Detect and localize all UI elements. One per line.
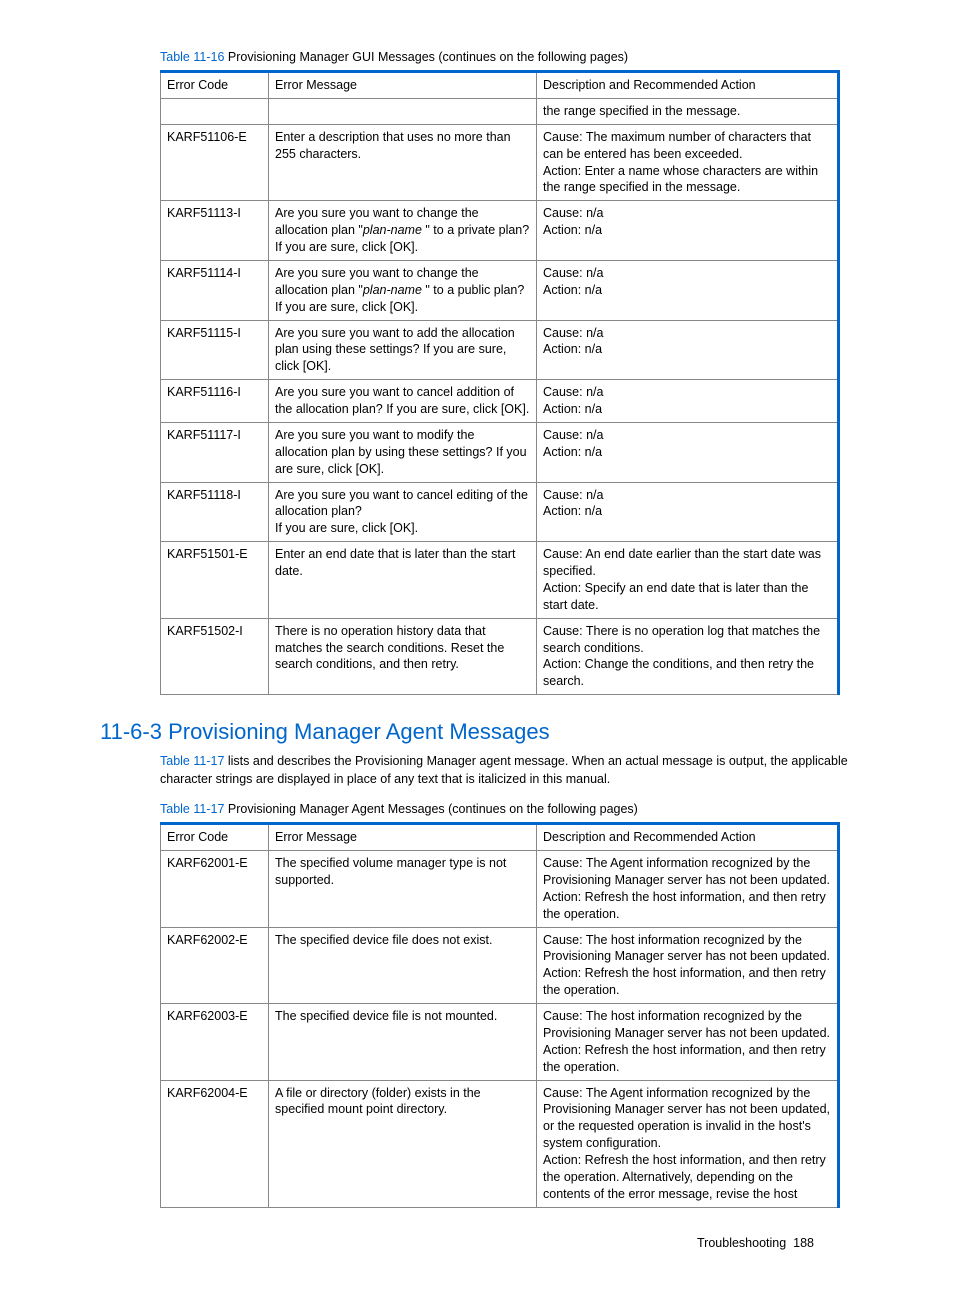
cell-description: Cause: n/aAction: n/a [537,260,839,320]
footer-section: Troubleshooting [697,1236,786,1250]
cell-error-message: Are you sure you want to cancel editing … [269,482,537,542]
cell-error-code: KARF51501-E [161,542,269,619]
section-heading: 11-6-3 Provisioning Manager Agent Messag… [100,719,854,745]
table-row: KARF51118-IAre you sure you want to canc… [161,482,839,542]
table-row: the range specified in the message. [161,98,839,124]
cell-error-message: The specified device file is not mounted… [269,1004,537,1081]
cell-error-code: KARF62002-E [161,927,269,1004]
table-row: KARF62003-EThe specified device file is … [161,1004,839,1081]
cell-error-code: KARF62004-E [161,1080,269,1207]
cell-description: Cause: The Agent information recognized … [537,851,839,928]
table-11-16-caption: Table 11-16 Provisioning Manager GUI Mes… [160,50,854,64]
table-row: KARF51501-EEnter an end date that is lat… [161,542,839,619]
cell-error-code: KARF51502-I [161,618,269,695]
cell-error-message: Enter a description that uses no more th… [269,124,537,201]
cell-error-message: The specified volume manager type is not… [269,851,537,928]
cell-error-code: KARF51117-I [161,422,269,482]
table-row: KARF51114-IAre you sure you want to chan… [161,260,839,320]
cell-error-code: KARF51118-I [161,482,269,542]
table-row: KARF51106-EEnter a description that uses… [161,124,839,201]
cell-error-message: Are you sure you want to change the allo… [269,260,537,320]
cell-error-code: KARF51116-I [161,380,269,423]
table-header-row: Error Code Error Message Description and… [161,824,839,851]
cell-error-message: The specified device file does not exist… [269,927,537,1004]
cell-description: Cause: The host information recognized b… [537,1004,839,1081]
cell-error-message: A file or directory (folder) exists in t… [269,1080,537,1207]
table-11-16-link[interactable]: Table 11-16 [160,50,224,64]
header-description: Description and Recommended Action [537,72,839,99]
cell-description: Cause: n/aAction: n/a [537,320,839,380]
header-error-message: Error Message [269,824,537,851]
cell-description: Cause: n/aAction: n/a [537,422,839,482]
cell-description: Cause: n/aAction: n/a [537,201,839,261]
table-11-17-link[interactable]: Table 11-17 [160,802,224,816]
cell-error-message: Are you sure you want to add the allocat… [269,320,537,380]
cell-error-message [269,98,537,124]
table-row: KARF51113-IAre you sure you want to chan… [161,201,839,261]
cell-error-code: KARF51113-I [161,201,269,261]
table-11-17-caption: Table 11-17 Provisioning Manager Agent M… [160,802,854,816]
header-description: Description and Recommended Action [537,824,839,851]
table-row: KARF51115-IAre you sure you want to add … [161,320,839,380]
cell-description: Cause: The Agent information recognized … [537,1080,839,1207]
cell-error-code: KARF51115-I [161,320,269,380]
table-row: KARF62004-EA file or directory (folder) … [161,1080,839,1207]
cell-description: Cause: n/aAction: n/a [537,380,839,423]
cell-error-message: Are you sure you want to cancel addition… [269,380,537,423]
cell-description: Cause: The maximum number of characters … [537,124,839,201]
table-11-17: Error Code Error Message Description and… [160,822,840,1208]
table-11-16: Error Code Error Message Description and… [160,70,840,695]
cell-error-code: KARF62003-E [161,1004,269,1081]
header-error-code: Error Code [161,72,269,99]
table-11-17-inline-link[interactable]: Table 11-17 [160,754,224,768]
table-row: KARF62002-EThe specified device file doe… [161,927,839,1004]
cell-description: Cause: The host information recognized b… [537,927,839,1004]
cell-description: Cause: There is no operation log that ma… [537,618,839,695]
cell-error-message: Are you sure you want to change the allo… [269,201,537,261]
header-error-message: Error Message [269,72,537,99]
header-error-code: Error Code [161,824,269,851]
cell-error-message: Enter an end date that is later than the… [269,542,537,619]
cell-error-code: KARF51106-E [161,124,269,201]
cell-description: Cause: n/aAction: n/a [537,482,839,542]
table-row: KARF62001-EThe specified volume manager … [161,851,839,928]
cell-description: Cause: An end date earlier than the star… [537,542,839,619]
cell-error-code: KARF62001-E [161,851,269,928]
section-body-text: Table 11-17 lists and describes the Prov… [160,753,854,788]
cell-description: the range specified in the message. [537,98,839,124]
page-footer: Troubleshooting 188 [100,1236,814,1250]
cell-error-message: There is no operation history data that … [269,618,537,695]
cell-error-code [161,98,269,124]
table-row: KARF51117-IAre you sure you want to modi… [161,422,839,482]
footer-page-number: 188 [793,1236,814,1250]
table-header-row: Error Code Error Message Description and… [161,72,839,99]
table-row: KARF51116-IAre you sure you want to canc… [161,380,839,423]
table-row: KARF51502-IThere is no operation history… [161,618,839,695]
cell-error-message: Are you sure you want to modify the allo… [269,422,537,482]
cell-error-code: KARF51114-I [161,260,269,320]
